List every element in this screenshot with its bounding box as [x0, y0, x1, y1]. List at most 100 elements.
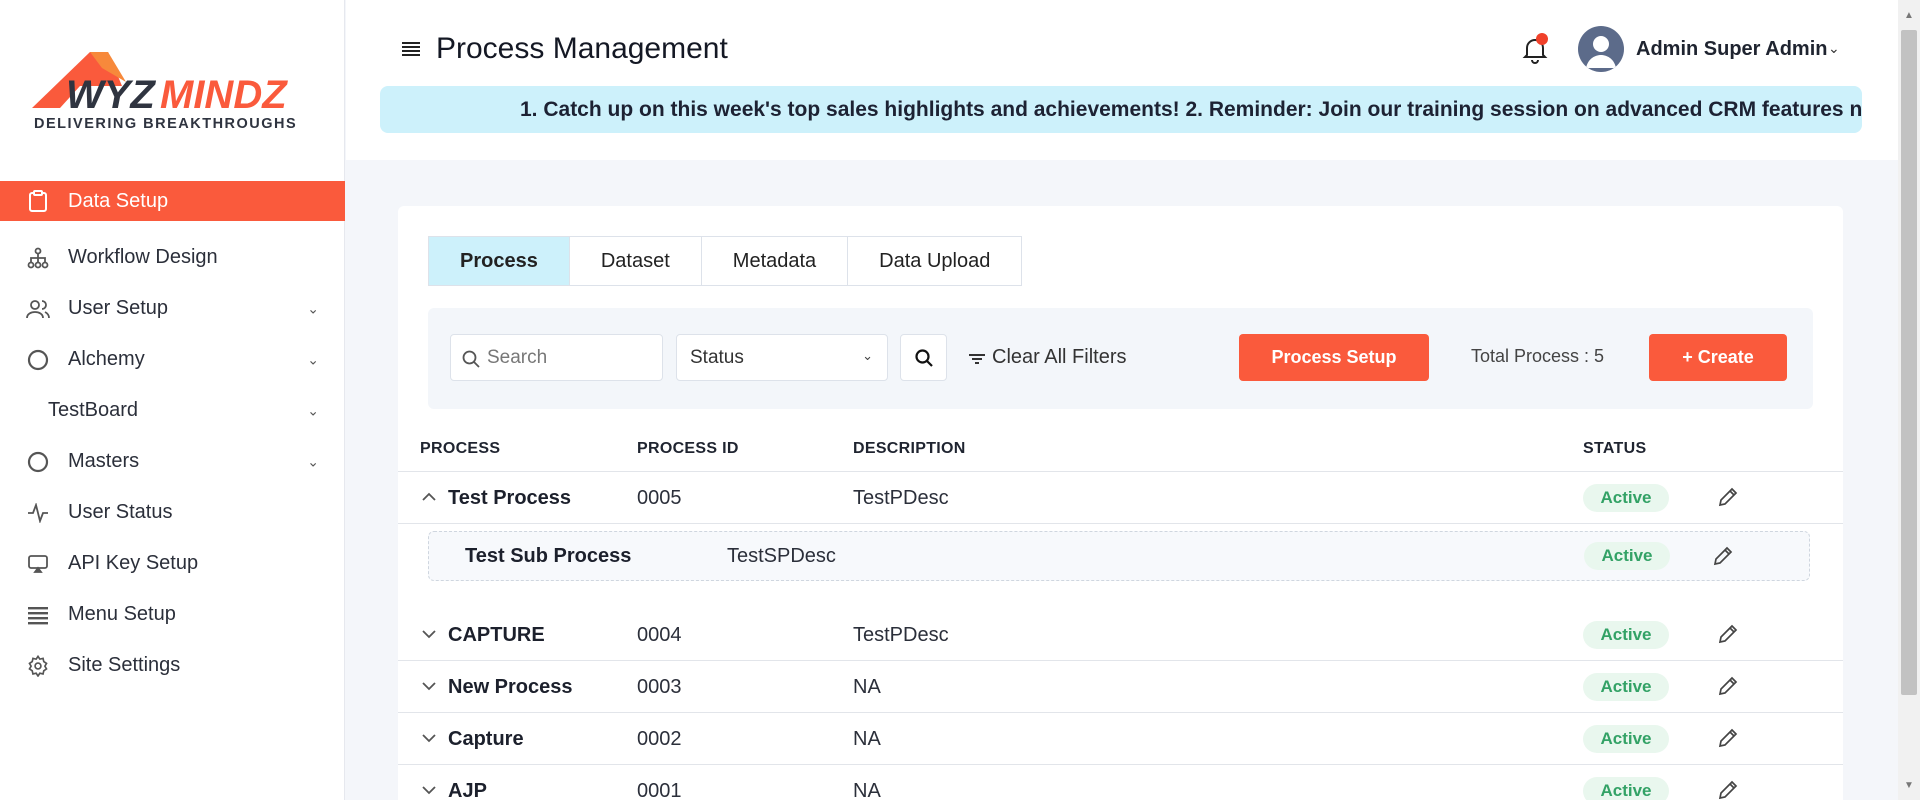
process-description: NA: [853, 676, 881, 698]
tab-dataset[interactable]: Dataset: [569, 237, 702, 285]
status-select[interactable]: Status ⌄: [676, 334, 888, 381]
process-id: 0003: [637, 676, 682, 698]
tab-process[interactable]: Process: [429, 237, 570, 285]
sidebar-item-label: Workflow Design: [68, 246, 218, 268]
sidebar-item-label: User Setup: [68, 297, 169, 319]
tab-metadata[interactable]: Metadata: [701, 237, 849, 285]
process-name: AJP: [448, 780, 487, 800]
sidebar-item-label: User Status: [68, 501, 173, 523]
process-id: 0005: [637, 487, 682, 509]
edit-pencil-icon[interactable]: [1716, 622, 1740, 646]
sidebar-item-site-settings[interactable]: Site Settings: [0, 640, 345, 691]
chevron-up-icon[interactable]: [420, 488, 438, 506]
hamburger-menu-icon[interactable]: [400, 38, 422, 60]
search-icon: [914, 348, 933, 367]
cast-icon: [26, 552, 50, 576]
sidebar-item-label: Data Setup: [68, 189, 169, 212]
sidebar-item-label: API Key Setup: [68, 552, 199, 574]
sidebar-item-label: Alchemy: [68, 348, 145, 370]
sidebar-item-alchemy[interactable]: Alchemy ⌄: [0, 334, 345, 385]
chevron-down-icon[interactable]: [420, 781, 438, 799]
status-badge: Active: [1584, 542, 1670, 570]
column-header-process[interactable]: PROCESS: [420, 440, 500, 458]
status-badge: Active: [1583, 777, 1669, 800]
chevron-down-icon: ⌄: [307, 402, 319, 418]
status-badge: Active: [1583, 484, 1669, 512]
svg-text:MINDZ: MINDZ: [160, 73, 288, 117]
sidebar-item-menu-setup[interactable]: Menu Setup: [0, 589, 345, 640]
search-icon: [461, 349, 481, 369]
sidebar-menu: Data Setup Workflow Design User Setup ⌄ …: [0, 181, 345, 691]
edit-pencil-icon[interactable]: [1716, 485, 1740, 509]
filter-icon: [968, 350, 986, 366]
announcement-banner: 1. Catch up on this week's top sales hig…: [380, 86, 1862, 133]
column-header-process-id[interactable]: PROCESS ID: [637, 440, 739, 458]
sidebar-item-data-setup[interactable]: Data Setup: [0, 181, 345, 221]
sub-process-description: TestSPDesc: [727, 545, 836, 567]
filter-bar: Status ⌄ Clear All Filters Process Setup…: [428, 308, 1813, 409]
edit-pencil-icon[interactable]: [1716, 778, 1740, 800]
clear-filters-label: Clear All Filters: [992, 346, 1127, 368]
create-button[interactable]: + Create: [1649, 334, 1787, 381]
chevron-down-icon[interactable]: [420, 625, 438, 643]
list-icon: [26, 603, 50, 627]
total-process-count: Total Process : 5: [1471, 346, 1605, 366]
edit-pencil-icon[interactable]: [1716, 674, 1740, 698]
search-box: [450, 334, 663, 381]
scroll-thumb[interactable]: [1901, 30, 1917, 695]
notification-dot: [1536, 33, 1548, 45]
search-button[interactable]: [900, 334, 947, 381]
user-name[interactable]: Admin Super Admin: [1636, 38, 1827, 61]
announcement-text: 1. Catch up on this week's top sales hig…: [520, 98, 1862, 121]
sidebar-item-user-status[interactable]: User Status: [0, 487, 345, 538]
sub-process-row: Test Sub Process TestSPDesc Active: [428, 531, 1810, 581]
svg-text:WYZ: WYZ: [66, 73, 156, 117]
process-name: Test Process: [448, 487, 572, 509]
search-input[interactable]: [487, 345, 657, 371]
chevron-down-icon: ⌄: [307, 453, 319, 469]
sidebar-item-user-setup[interactable]: User Setup ⌄: [0, 283, 345, 334]
scroll-down-arrow-icon[interactable]: ▼: [1904, 780, 1914, 791]
sidebar-item-workflow-design[interactable]: Workflow Design: [0, 232, 345, 283]
hierarchy-icon: [26, 246, 50, 270]
status-select-value: Status: [690, 346, 744, 368]
process-name: CAPTURE: [448, 624, 545, 646]
status-badge: Active: [1583, 621, 1669, 649]
table-row: Capture 0002 NA Active: [398, 713, 1843, 765]
edit-pencil-icon[interactable]: [1716, 726, 1740, 750]
sidebar: WYZ MINDZ DELIVERING BREAKTHROUGHS Data …: [0, 0, 345, 800]
status-badge: Active: [1583, 725, 1669, 753]
process-id: 0004: [637, 624, 682, 646]
column-header-status[interactable]: STATUS: [1583, 440, 1646, 458]
scroll-up-arrow-icon[interactable]: ▲: [1904, 10, 1914, 21]
sidebar-item-testboard[interactable]: TestBoard ⌄: [0, 385, 345, 436]
sub-process-name: Test Sub Process: [465, 545, 632, 567]
circle-icon: [26, 450, 50, 474]
edit-pencil-icon[interactable]: [1711, 544, 1735, 568]
process-setup-button[interactable]: Process Setup: [1239, 334, 1429, 381]
chevron-down-icon[interactable]: [420, 677, 438, 695]
chevron-down-icon[interactable]: [420, 729, 438, 747]
sidebar-item-masters[interactable]: Masters ⌄: [0, 436, 345, 487]
company-logo[interactable]: WYZ MINDZ DELIVERING BREAKTHROUGHS: [30, 48, 312, 132]
avatar[interactable]: [1578, 26, 1624, 72]
activity-icon: [26, 501, 50, 525]
sidebar-item-label: Masters: [68, 450, 140, 472]
sidebar-item-label: Menu Setup: [68, 603, 176, 625]
process-description: NA: [853, 780, 881, 800]
tab-bar: Process Dataset Metadata Data Upload: [428, 236, 1023, 286]
chevron-down-icon[interactable]: ⌄: [1828, 40, 1840, 57]
clipboard-icon: [26, 189, 50, 213]
process-description: TestPDesc: [853, 487, 949, 509]
table-row: Test Process 0005 TestPDesc Active: [398, 472, 1843, 524]
column-header-description[interactable]: DESCRIPTION: [853, 440, 966, 458]
clear-filters-button[interactable]: Clear All Filters: [968, 346, 1126, 369]
page-scrollbar[interactable]: ▲ ▼: [1898, 0, 1920, 800]
chevron-down-icon: ⌄: [307, 351, 319, 367]
sidebar-item-api-key-setup[interactable]: API Key Setup: [0, 538, 345, 589]
gear-icon: [26, 654, 50, 678]
table-header: PROCESS PROCESS ID DESCRIPTION STATUS: [398, 428, 1843, 472]
sidebar-item-label: TestBoard: [48, 399, 139, 421]
process-card: Process Dataset Metadata Data Upload Sta…: [398, 206, 1843, 800]
tab-data-upload[interactable]: Data Upload: [848, 237, 1022, 285]
